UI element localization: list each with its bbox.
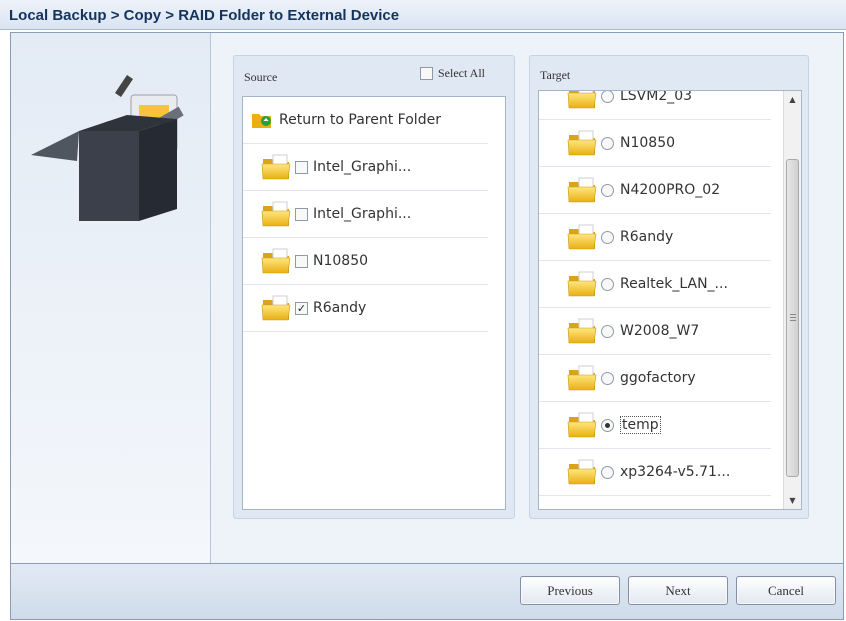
target-row-temp[interactable]: temp <box>539 402 771 449</box>
target-label: Target <box>540 68 571 82</box>
folder-icon <box>567 270 597 298</box>
target-radio[interactable] <box>601 465 614 479</box>
target-row-ggofactory[interactable]: ggofactory <box>539 355 771 402</box>
select-all-checkbox[interactable] <box>420 67 433 80</box>
target-folder-name: LSVM2_03 <box>620 90 693 104</box>
target-row-r6andy[interactable]: R6andy <box>539 214 771 261</box>
target-folder-name: R6andy <box>620 229 674 245</box>
source-checkbox-checked[interactable]: ✓ <box>295 301 308 315</box>
target-radio-selected[interactable] <box>601 418 614 432</box>
target-radio[interactable] <box>601 136 614 150</box>
previous-button[interactable]: Previous <box>520 576 620 605</box>
source-label: Source <box>244 70 278 84</box>
next-button[interactable]: Next <box>628 576 728 605</box>
target-row-realtek-lan[interactable]: Realtek_LAN_... <box>539 261 771 308</box>
target-radio[interactable] <box>601 277 614 291</box>
folder-icon <box>567 90 597 110</box>
target-row-xp3264[interactable]: xp3264-v5.71... <box>539 449 771 496</box>
source-folder-name: N10850 <box>313 253 369 269</box>
target-group: Target LSVM2_03 N10850 N4200PRO_02 R6and… <box>529 55 809 519</box>
return-to-parent-row[interactable]: Return to Parent Folder <box>243 97 488 144</box>
select-all-label: Select All <box>438 66 485 80</box>
target-radio[interactable] <box>601 324 614 338</box>
target-folder-name: Realtek_LAN_... <box>620 276 728 292</box>
illustration-pane <box>11 33 211 563</box>
target-folder-list: LSVM2_03 N10850 N4200PRO_02 R6andy Realt <box>538 90 802 510</box>
folder-icon <box>567 317 597 345</box>
folder-icon <box>567 223 597 251</box>
source-row-n10850[interactable]: N10850 <box>243 238 488 285</box>
source-folder-name: Intel_Graphi... <box>313 206 412 222</box>
source-row-r6andy[interactable]: ✓ R6andy <box>243 285 488 332</box>
target-radio[interactable] <box>601 91 614 103</box>
scroll-down-arrow-icon[interactable]: ▼ <box>784 492 801 509</box>
scroll-up-arrow-icon[interactable]: ▲ <box>784 91 801 108</box>
target-row-w2008-w7[interactable]: W2008_W7 <box>539 308 771 355</box>
target-radio[interactable] <box>601 183 614 197</box>
source-folder-list: Return to Parent Folder Intel_Graphi... … <box>242 96 506 510</box>
backup-box-icon <box>31 75 184 221</box>
source-folder-name: Intel_Graphi... <box>313 159 412 175</box>
folder-icon <box>261 247 291 275</box>
cancel-button[interactable]: Cancel <box>736 576 836 605</box>
target-row-n10850[interactable]: N10850 <box>539 120 771 167</box>
wizard-footer: Previous Next Cancel <box>10 564 844 620</box>
folder-icon <box>261 153 291 181</box>
folder-icon <box>261 200 291 228</box>
target-radio[interactable] <box>601 371 614 385</box>
target-folder-name: xp3264-v5.71... <box>620 464 731 480</box>
scroll-thumb[interactable] <box>786 159 799 477</box>
folder-icon <box>567 411 597 439</box>
target-folder-name: N10850 <box>620 135 676 151</box>
folder-icon <box>261 294 291 322</box>
source-checkbox[interactable] <box>295 254 308 268</box>
folder-icon <box>567 129 597 157</box>
target-scrollbar[interactable]: ▲ ▼ <box>783 91 801 509</box>
target-folder-name: ggofactory <box>620 370 696 386</box>
return-to-parent-link[interactable]: Return to Parent Folder <box>279 112 441 128</box>
target-row-lsvm2-03[interactable]: LSVM2_03 <box>539 90 771 120</box>
target-folder-name: W2008_W7 <box>620 323 700 339</box>
source-checkbox[interactable] <box>295 207 308 221</box>
target-folder-name: temp <box>620 416 661 434</box>
source-row-intel-graphics-2[interactable]: Intel_Graphi... <box>243 191 488 238</box>
wizard-frame: Source Select All Return to Parent Folde… <box>10 32 844 564</box>
folder-icon <box>567 364 597 392</box>
source-group: Source Select All Return to Parent Folde… <box>233 55 515 519</box>
folder-icon <box>567 176 597 204</box>
select-all-control[interactable]: Select All <box>420 66 485 81</box>
source-folder-name: R6andy <box>313 300 367 316</box>
source-row-intel-graphics-1[interactable]: Intel_Graphi... <box>243 144 488 191</box>
target-radio[interactable] <box>601 230 614 244</box>
target-folder-name: N4200PRO_02 <box>620 182 721 198</box>
source-checkbox[interactable] <box>295 160 308 174</box>
parent-folder-icon <box>252 114 271 128</box>
window-title: Local Backup > Copy > RAID Folder to Ext… <box>0 0 846 30</box>
folder-icon <box>567 458 597 486</box>
target-row-n4200pro-02[interactable]: N4200PRO_02 <box>539 167 771 214</box>
